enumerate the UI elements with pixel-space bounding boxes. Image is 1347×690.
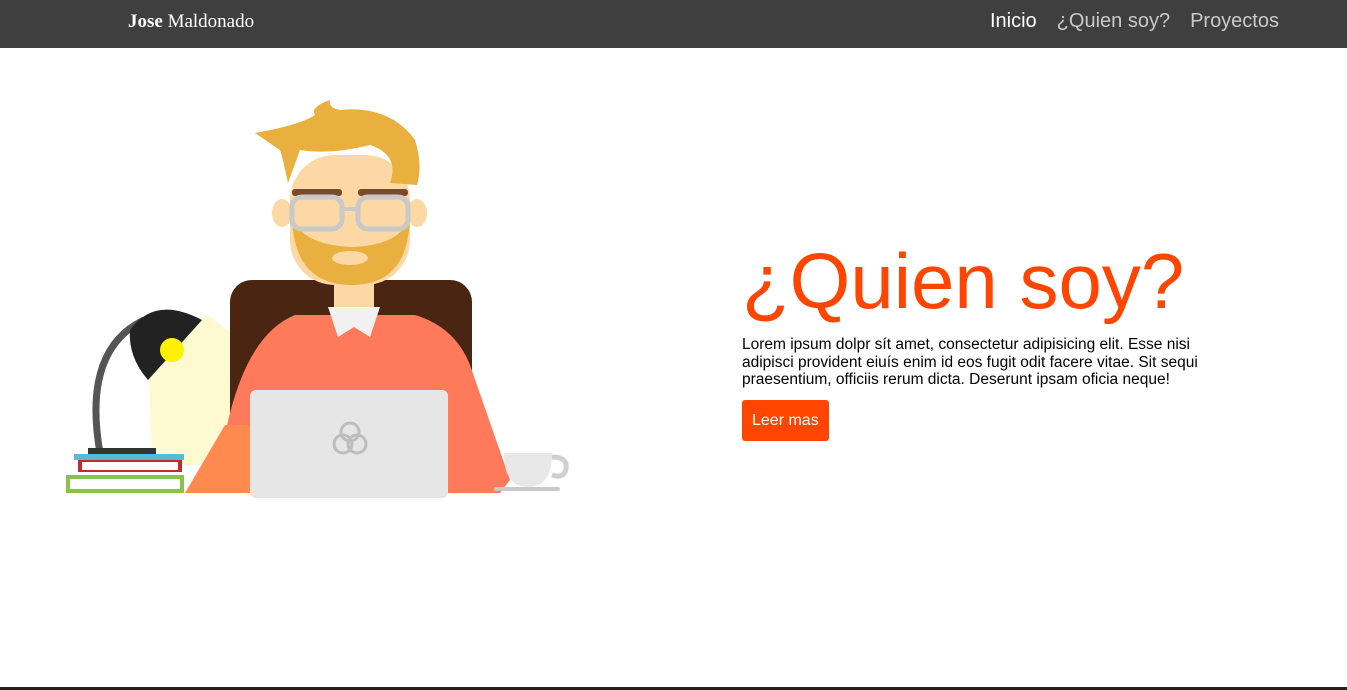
coffee-cup — [504, 453, 552, 487]
lamp-base — [88, 448, 156, 454]
brand-first-name: Jose — [128, 11, 163, 32]
book-blue — [74, 454, 184, 460]
nav-link-quien-soy[interactable]: ¿Quien soy? — [1057, 10, 1170, 33]
saucer — [494, 487, 560, 491]
brand-last-name: Maldonado — [167, 11, 255, 32]
brand-logo[interactable]: Jose Maldonado — [128, 11, 254, 33]
top-navbar: Jose Maldonado Inicio ¿Quien soy? Proyec… — [0, 0, 1347, 48]
glasses-bridge — [340, 207, 360, 211]
main-nav: Inicio ¿Quien soy? Proyectos — [990, 10, 1279, 33]
mouth — [332, 251, 368, 265]
cup-handle — [551, 454, 569, 479]
read-more-button[interactable]: Leer mas — [742, 400, 829, 441]
hero-title: ¿Quien soy? — [742, 237, 1185, 325]
lamp-bulb — [160, 338, 184, 362]
ear-left — [272, 199, 292, 227]
hero-description: Lorem ipsum dolpr sít amet, consectetur … — [742, 336, 1198, 388]
nav-link-proyectos[interactable]: Proyectos — [1190, 10, 1279, 33]
developer-illustration — [60, 95, 580, 505]
nav-link-inicio[interactable]: Inicio — [990, 10, 1037, 33]
developer-at-desk-illustration — [66, 100, 569, 498]
